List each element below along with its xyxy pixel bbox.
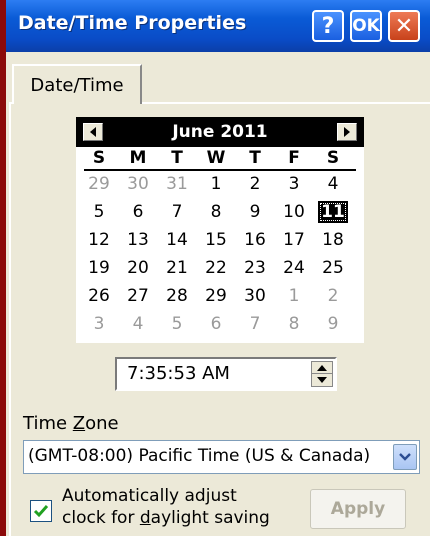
calendar-day[interactable]: 4 [123, 313, 153, 335]
calendar-day[interactable]: 3 [279, 173, 309, 195]
title-bar[interactable]: Date/Time Properties ? OK ✕ [6, 0, 430, 52]
window-title: Date/Time Properties [18, 12, 247, 34]
date-time-properties-window: Date/Time Properties ? OK ✕ Date/Time Ju… [6, 0, 430, 536]
calendar-day[interactable]: 5 [162, 313, 192, 335]
calendar-day[interactable]: 6 [201, 313, 231, 335]
calendar-day[interactable]: 9 [240, 201, 270, 223]
calendar-day[interactable]: 14 [162, 229, 192, 251]
weekday-label: S [92, 148, 106, 168]
month-calendar: June 2011 SMTWTFS 29 30 31 1 2 3 4 5 6 7 8 9 10 11 12 1… [76, 117, 364, 343]
calendar-day[interactable]: 29 [84, 173, 114, 195]
close-button[interactable]: ✕ [388, 10, 420, 42]
calendar-day-selected[interactable]: 11 [318, 201, 348, 223]
calendar-day[interactable]: 31 [162, 173, 192, 195]
calendar-day[interactable]: 3 [84, 313, 114, 335]
calendar-day[interactable]: 8 [279, 313, 309, 335]
time-value[interactable]: 7:35:53 AM [127, 363, 230, 384]
calendar-day[interactable]: 7 [240, 313, 270, 335]
weekday-label: S [326, 148, 340, 168]
calendar-day[interactable]: 18 [318, 229, 348, 251]
calendar-day[interactable]: 16 [240, 229, 270, 251]
calendar-day[interactable]: 29 [201, 285, 231, 307]
calendar-day[interactable]: 19 [84, 257, 114, 279]
calendar-day[interactable]: 10 [279, 201, 309, 223]
calendar-day[interactable]: 2 [240, 173, 270, 195]
calendar-day[interactable]: 9 [318, 313, 348, 335]
calendar-week-row: 12 13 14 15 16 17 18 [76, 229, 364, 251]
calendar-day[interactable]: 13 [123, 229, 153, 251]
calendar-day[interactable]: 30 [123, 173, 153, 195]
calendar-day[interactable]: 4 [318, 173, 348, 195]
calendar-day[interactable]: 1 [279, 285, 309, 307]
check-icon [33, 505, 49, 518]
calendar-day[interactable]: 2 [318, 285, 348, 307]
time-zone-label: Time Zone [23, 413, 119, 434]
calendar-day[interactable]: 12 [84, 229, 114, 251]
time-zone-dropdown[interactable]: (GMT-08:00) Pacific Time (US & Canada) [23, 440, 420, 474]
calendar-day[interactable]: 8 [201, 201, 231, 223]
calendar-day[interactable]: 5 [84, 201, 114, 223]
calendar-day[interactable]: 15 [201, 229, 231, 251]
arrow-down-icon [317, 377, 327, 383]
calendar-week-row: 3456789 [76, 313, 364, 335]
weekday-label: M [129, 148, 147, 168]
chevron-down-icon [399, 453, 411, 461]
time-zone-value: (GMT-08:00) Pacific Time (US & Canada) [28, 446, 371, 466]
calendar-day[interactable]: 22 [201, 257, 231, 279]
time-decrement-button[interactable] [312, 374, 332, 386]
weekday-label: T [249, 148, 261, 168]
calendar-day[interactable]: 23 [240, 257, 270, 279]
calendar-day[interactable]: 6 [123, 201, 153, 223]
next-month-button[interactable] [337, 123, 357, 141]
weekday-label: F [288, 148, 300, 168]
daylight-saving-label[interactable]: Automatically adjust clock for daylight … [62, 485, 292, 529]
calendar-day[interactable]: 27 [123, 285, 153, 307]
time-picker[interactable]: 7:35:53 AM [115, 357, 337, 391]
time-zone-dropdown-button[interactable] [393, 444, 417, 470]
weekday-divider [84, 169, 356, 171]
calendar-month-year: June 2011 [172, 122, 268, 142]
calendar-week-row: 5 6 7 8 9 10 11 [76, 201, 364, 223]
calendar-day[interactable]: 7 [162, 201, 192, 223]
calendar-day[interactable]: 28 [162, 285, 192, 307]
triangle-right-icon [344, 127, 350, 137]
daylight-saving-checkbox[interactable] [30, 500, 52, 522]
weekday-header-row: SMTWTFS [76, 147, 364, 169]
time-spinner[interactable] [311, 361, 333, 387]
calendar-header: June 2011 [76, 117, 364, 147]
help-button[interactable]: ? [312, 10, 344, 42]
arrow-up-icon [317, 364, 327, 371]
calendar-week-row: 29 30 31 1 2 3 4 [76, 173, 364, 195]
weekday-label: W [206, 148, 226, 168]
calendar-day[interactable]: 1 [201, 173, 231, 195]
calendar-day[interactable]: 21 [162, 257, 192, 279]
calendar-day[interactable]: 20 [123, 257, 153, 279]
ok-button[interactable]: OK [350, 10, 382, 42]
calendar-day[interactable]: 17 [279, 229, 309, 251]
calendar-week-row: 26 27 28 29 30 1 2 [76, 285, 364, 307]
calendar-day[interactable]: 25 [318, 257, 348, 279]
calendar-week-row: 19 20 21 22 23 24 25 [76, 257, 364, 279]
apply-button[interactable]: Apply [310, 489, 406, 529]
triangle-left-icon [90, 127, 96, 137]
previous-month-button[interactable] [83, 123, 103, 141]
calendar-day[interactable]: 30 [240, 285, 270, 307]
time-increment-button[interactable] [312, 362, 332, 374]
close-icon: ✕ [394, 13, 414, 39]
tab-date-time[interactable]: Date/Time [12, 64, 142, 104]
weekday-label: T [171, 148, 183, 168]
calendar-day[interactable]: 24 [279, 257, 309, 279]
calendar-day[interactable]: 26 [84, 285, 114, 307]
